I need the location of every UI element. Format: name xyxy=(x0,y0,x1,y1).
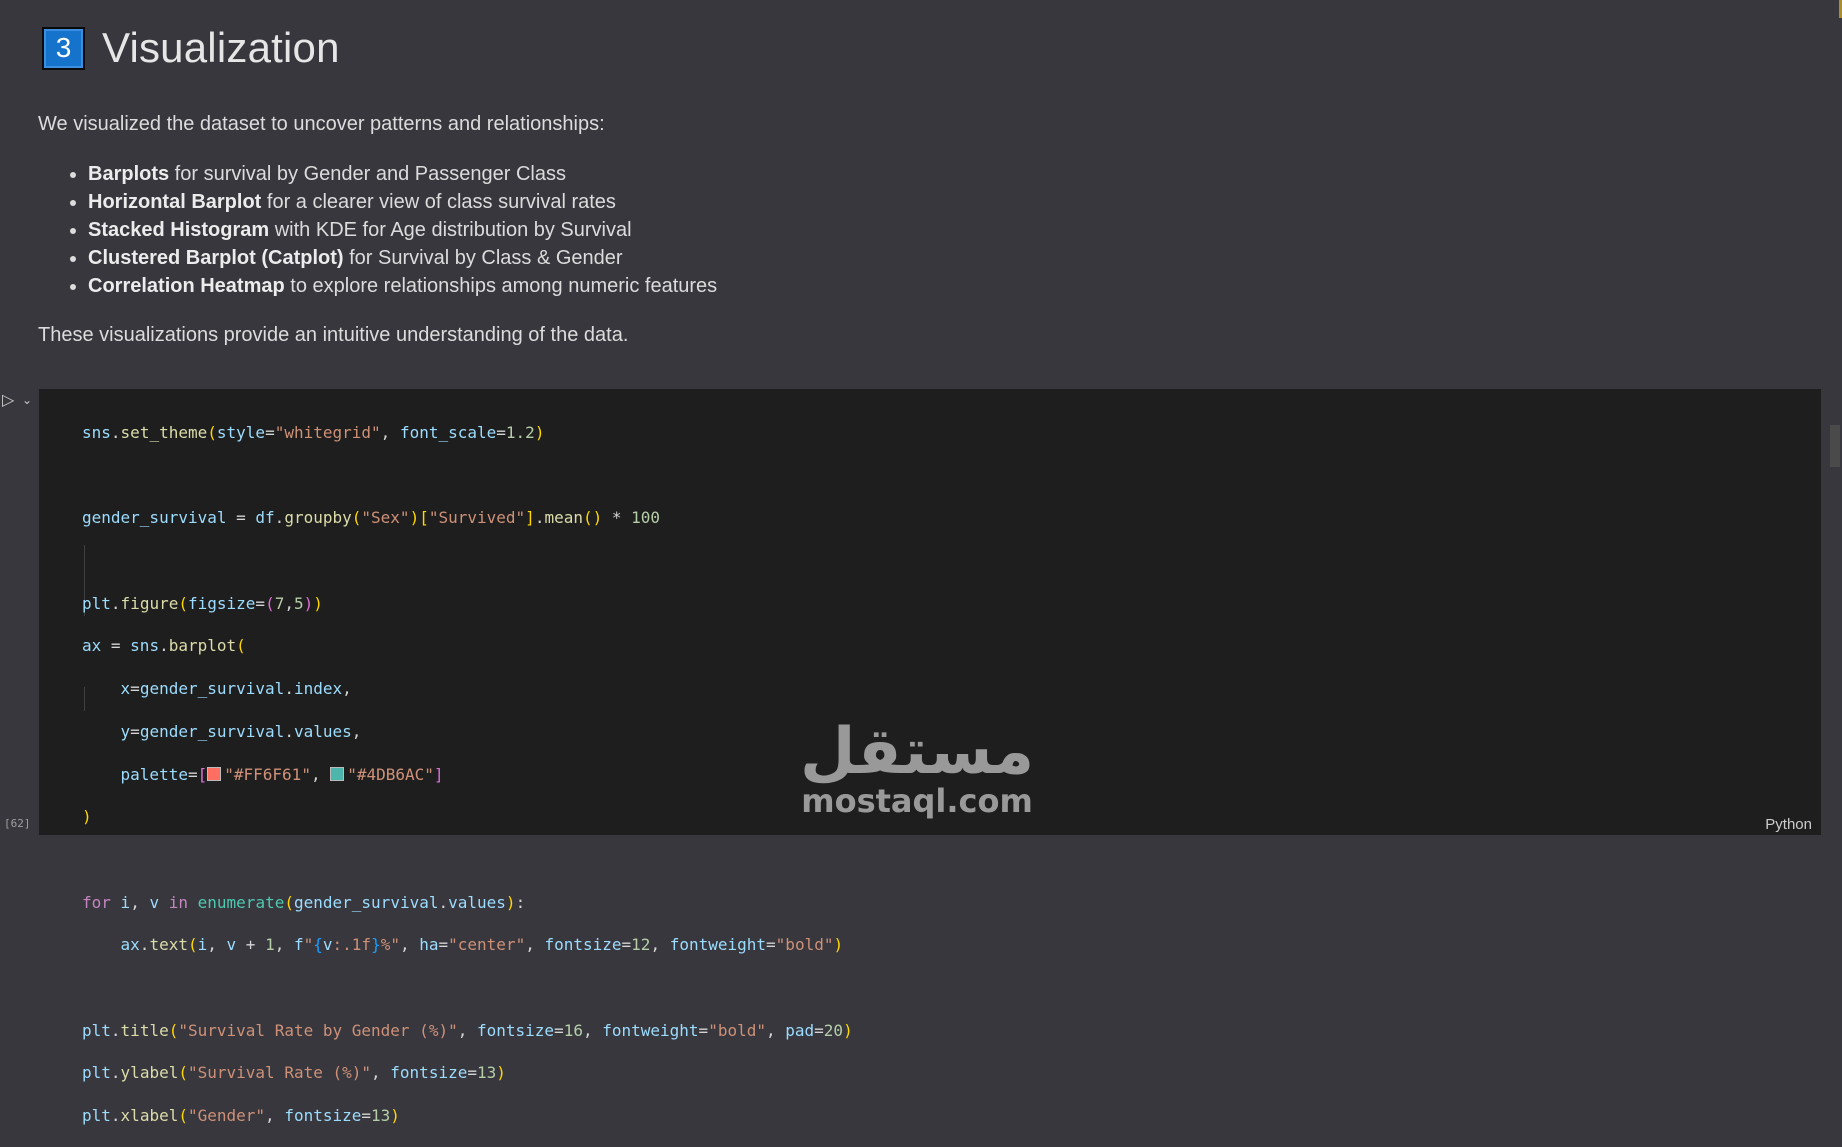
code-line: palette=["#FF6F61", "#4DB6AC"] xyxy=(120,764,444,784)
execution-count: [62] xyxy=(4,817,31,830)
intro-paragraph: We visualized the dataset to uncover pat… xyxy=(38,113,605,135)
heading-title: Visualization xyxy=(102,24,340,71)
list-item: Correlation Heatmap to explore relations… xyxy=(88,272,717,300)
list-item: Stacked Histogram with KDE for Age distr… xyxy=(88,216,717,244)
watermark-logo: مستقل mostaql.com xyxy=(800,720,1034,818)
code-line: plt.xlabel("Gender", fontsize=13) xyxy=(82,1106,400,1125)
color-swatch-icon[interactable] xyxy=(207,766,222,781)
list-item: Horizontal Barplot for a clearer view of… xyxy=(88,188,717,216)
outro-paragraph: These visualizations provide an intuitiv… xyxy=(38,324,629,346)
chevron-down-icon[interactable]: ⌄ xyxy=(22,393,34,407)
code-line: for i, v in enumerate(gender_survival.va… xyxy=(82,892,526,912)
play-icon[interactable]: ▷ xyxy=(2,392,18,410)
code-line: plt.ylabel("Survival Rate (%)", fontsize… xyxy=(82,1063,506,1083)
vertical-scrollbar[interactable] xyxy=(1826,389,1840,835)
list-item: Barplots for survival by Gender and Pass… xyxy=(88,160,717,188)
cell-language-indicator[interactable]: Python xyxy=(1765,816,1812,833)
code-editor[interactable]: sns.set_theme(style="whitegrid", font_sc… xyxy=(82,402,853,1147)
code-line: sns.set_theme(style="whitegrid", font_sc… xyxy=(82,423,545,442)
code-line: ) xyxy=(82,807,92,827)
code-line: plt.title("Survival Rate by Gender (%)",… xyxy=(82,1020,853,1040)
code-line: ax = sns.barplot( xyxy=(82,636,246,656)
markdown-cell[interactable]: 3 Visualization We visualized the datase… xyxy=(0,0,1842,389)
code-line: plt.figure(figsize=(7,5)) xyxy=(82,593,323,613)
code-line: ax.text(i, v + 1, f"{v:.1f}%", ha="cente… xyxy=(120,935,844,955)
bullet-list: Barplots for survival by Gender and Pass… xyxy=(60,160,717,300)
keycap-number-icon: 3 xyxy=(42,26,85,70)
watermark-arabic: مستقل xyxy=(800,715,1035,789)
scrollbar-thumb[interactable] xyxy=(1830,425,1840,467)
list-item: Clustered Barplot (Catplot) for Survival… xyxy=(88,244,717,272)
cell-gutter xyxy=(0,389,39,835)
color-swatch-icon[interactable] xyxy=(330,766,345,781)
code-line: x=gender_survival.index, xyxy=(120,679,352,699)
watermark-latin: mostaql.com xyxy=(801,782,1033,820)
section-heading: 3 Visualization xyxy=(42,24,340,72)
code-line: gender_survival = df.groupby("Sex")["Sur… xyxy=(82,508,661,528)
code-line: y=gender_survival.values, xyxy=(120,721,362,741)
